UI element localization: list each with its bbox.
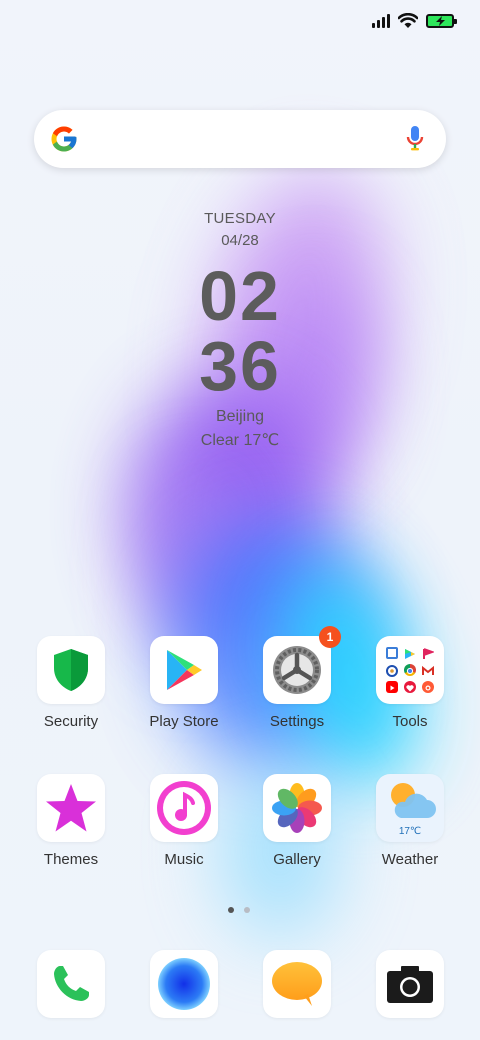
page-dot [244,907,250,913]
google-g-icon [51,126,77,152]
app-label: Settings [269,713,325,730]
app-themes[interactable]: Themes [16,774,126,868]
phone-icon [54,966,89,1001]
app-security[interactable]: Security [16,636,126,730]
dock-messages[interactable] [242,950,352,1018]
play-store-icon [167,650,202,690]
shield-icon [54,649,88,691]
flower-icon [272,783,322,833]
browser-icon [158,958,210,1010]
google-search-bar[interactable] [34,110,446,168]
clock-minutes[interactable]: 36 [0,326,480,406]
cellular-signal-icon [372,14,390,28]
app-label: Themes [43,851,99,868]
weather-icon [391,783,436,818]
weather-summary: Clear 17℃ [200,432,280,449]
clock-hours[interactable]: 02 [0,256,480,336]
battery-charging-icon [426,14,457,28]
app-settings[interactable]: 1 Settings [242,626,352,730]
status-bar [372,10,457,32]
gear-icon [273,646,321,694]
notification-badge: 1 [319,626,341,648]
message-icon [272,962,322,1006]
app-tools-folder[interactable]: Tools [355,636,465,730]
page-dot [228,907,234,913]
app-label: Gallery [273,851,321,868]
weather-city: Beijing [215,408,265,425]
app-label: Security [43,713,99,730]
date-text: 04/28 [221,232,259,249]
app-label: Weather [381,851,439,868]
day-of-week: TUESDAY [204,210,276,227]
star-icon [46,784,96,832]
wifi-icon [398,13,418,28]
app-label: Tools [392,713,428,730]
tools-folder-icon [386,647,435,693]
dock-phone[interactable] [16,950,126,1018]
app-label: Music [164,851,204,868]
music-note-icon [157,781,211,835]
page-indicator [228,907,250,913]
mic-icon[interactable] [406,125,424,153]
app-gallery[interactable]: Gallery [242,774,352,868]
app-play-store[interactable]: Play Store [129,636,239,730]
weather-temp: 17℃ [398,826,422,837]
dock-browser[interactable] [129,950,239,1018]
camera-icon [387,966,433,1003]
app-music[interactable]: Music [129,774,239,868]
app-label: Play Store [149,713,219,730]
dock-camera[interactable] [355,950,465,1018]
app-weather[interactable]: 17℃ Weather [355,774,465,868]
